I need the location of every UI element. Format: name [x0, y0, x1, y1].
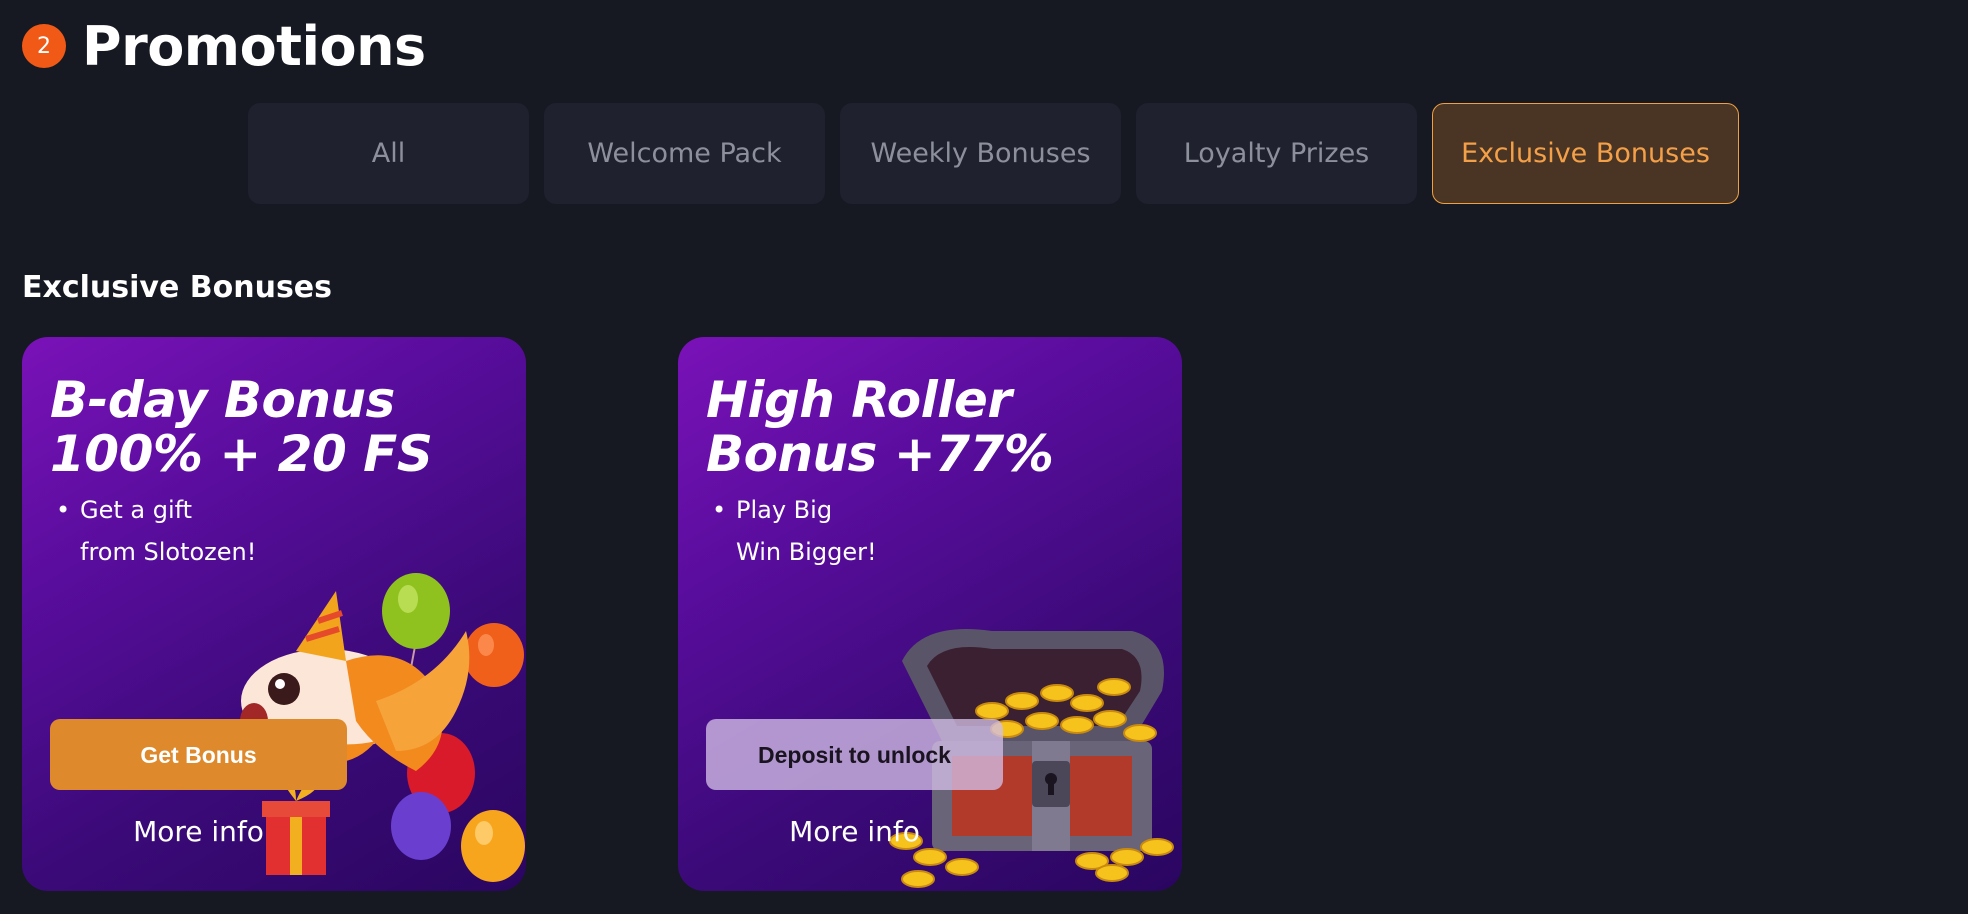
tab-all[interactable]: All: [248, 103, 529, 204]
more-info-link[interactable]: More info: [50, 815, 347, 848]
card-title: B-day Bonus 100% + 20 FS: [50, 371, 433, 483]
card-description: • Get a gift from Slotozen!: [56, 489, 257, 573]
promo-card-high-roller: High Roller Bonus +77% • Play Big Win Bi…: [678, 337, 1182, 891]
more-info-link[interactable]: More info: [706, 815, 1003, 848]
card-title-line-1: B-day Bonus: [50, 371, 395, 429]
card-description: • Play Big Win Bigger!: [712, 489, 877, 573]
tab-weekly-bonuses[interactable]: Weekly Bonuses: [840, 103, 1121, 204]
bullet-icon: •: [56, 496, 71, 524]
promotion-tabs: All Welcome Pack Weekly Bonuses Loyalty …: [248, 103, 1739, 204]
deposit-to-unlock-button[interactable]: Deposit to unlock: [706, 719, 1003, 790]
bullet-icon: •: [712, 496, 727, 524]
page-title: Promotions: [82, 14, 426, 78]
tab-welcome-pack[interactable]: Welcome Pack: [544, 103, 825, 204]
card-title: High Roller Bonus +77%: [706, 371, 1054, 483]
promotions-page: 2 Promotions All Welcome Pack Weekly Bon…: [0, 0, 1968, 914]
tab-exclusive-bonuses[interactable]: Exclusive Bonuses: [1432, 103, 1739, 204]
card-title-line-2: 100% + 20 FS: [50, 425, 433, 483]
count-badge: 2: [22, 24, 66, 68]
tab-loyalty-prizes[interactable]: Loyalty Prizes: [1136, 103, 1417, 204]
promo-card-bday: B-day Bonus 100% + 20 FS • Get a gift fr…: [22, 337, 526, 891]
page-header: 2 Promotions: [22, 10, 426, 82]
card-desc-line-1: Play Big: [736, 496, 833, 524]
card-desc-line-1: Get a gift: [80, 496, 193, 524]
section-title: Exclusive Bonuses: [22, 270, 333, 305]
card-title-line-1: High Roller: [706, 371, 1012, 429]
card-title-line-2: Bonus +77%: [706, 425, 1054, 483]
card-desc-line-2: Win Bigger!: [736, 538, 877, 566]
card-desc-line-2: from Slotozen!: [80, 538, 257, 566]
get-bonus-button[interactable]: Get Bonus: [50, 719, 347, 790]
